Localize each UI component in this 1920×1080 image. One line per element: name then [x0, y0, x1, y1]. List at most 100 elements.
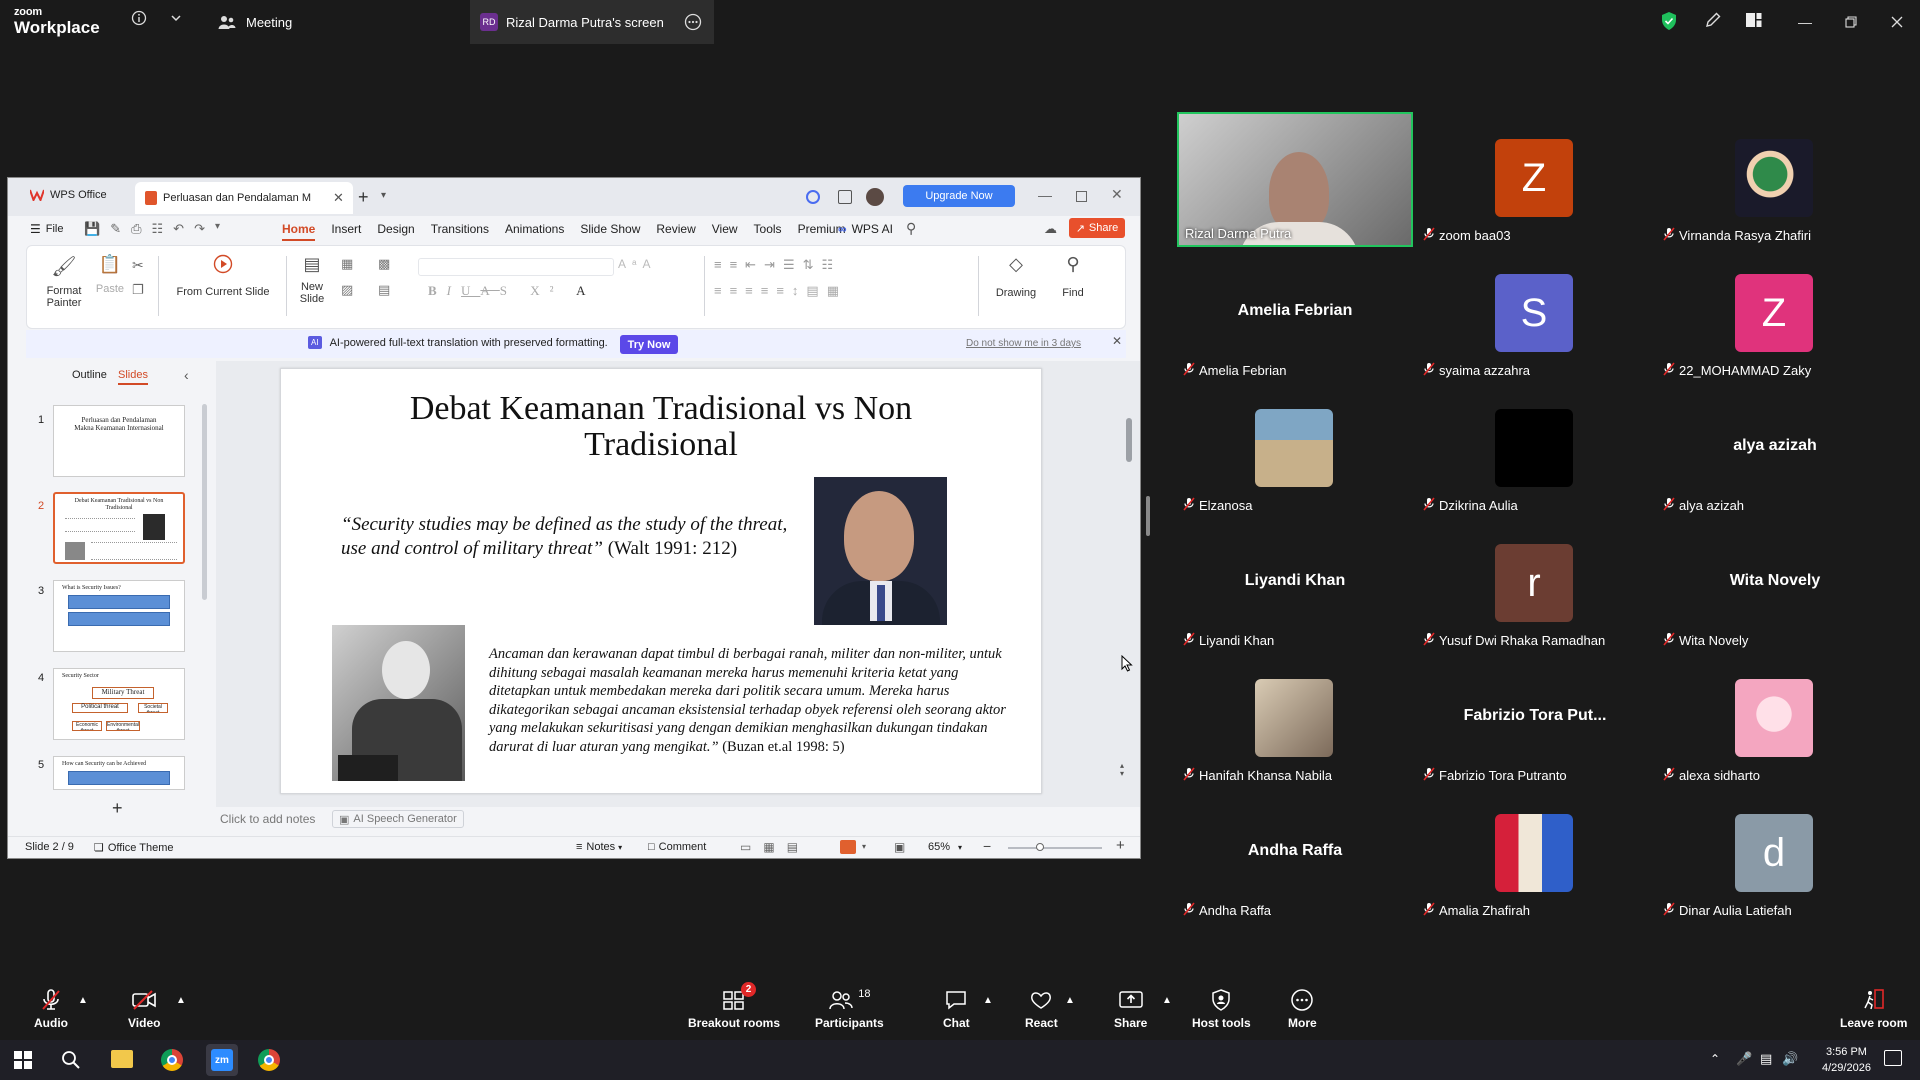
- audio-options-caret-icon[interactable]: ▲: [78, 995, 88, 1006]
- tab-view[interactable]: View: [712, 222, 738, 241]
- thumbnail-scrollbar[interactable]: [202, 404, 207, 600]
- participant-tile[interactable]: Elzanosa: [1177, 382, 1413, 517]
- react-button[interactable]: React: [1025, 988, 1058, 1030]
- windows-start-icon[interactable]: [14, 1051, 32, 1069]
- new-slide-button[interactable]: ▤ New Slide: [292, 254, 332, 305]
- wps-ai-circle-icon[interactable]: [806, 190, 820, 204]
- alignment-controls[interactable]: ≡≡≡≡≡↕▤▦: [714, 283, 847, 299]
- participant-tile[interactable]: Ssyaima azzahra: [1417, 247, 1653, 382]
- zoom-slider-handle[interactable]: [1036, 843, 1044, 851]
- tray-network-icon[interactable]: ▤: [1760, 1051, 1772, 1067]
- export-icon[interactable]: ✎: [110, 221, 121, 237]
- minimize-window-icon[interactable]: —: [1782, 0, 1828, 44]
- cloud-sync-icon[interactable]: ☁: [1044, 221, 1057, 237]
- section-icon[interactable]: ▩: [378, 256, 390, 272]
- taskbar-search-icon[interactable]: [61, 1050, 81, 1070]
- tab-list-chevron-icon[interactable]: ▾: [381, 190, 386, 201]
- tab-animations[interactable]: Animations: [505, 222, 564, 241]
- participant-tile[interactable]: Zzoom baa03: [1417, 112, 1653, 247]
- meeting-tab[interactable]: Meeting: [218, 0, 292, 44]
- audio-button[interactable]: Audio: [34, 988, 68, 1030]
- fit-window-icon[interactable]: ▣: [894, 840, 905, 854]
- wps-maximize-icon[interactable]: [1076, 191, 1087, 202]
- zoom-slider[interactable]: [1008, 847, 1102, 849]
- wps-close-icon[interactable]: ✕: [1111, 186, 1123, 203]
- quick-access-chevron-icon[interactable]: ▾: [215, 221, 220, 237]
- comment-toggle[interactable]: □ Comment: [648, 841, 706, 853]
- theme-label[interactable]: ❏ Office Theme: [94, 841, 174, 855]
- print-preview-icon[interactable]: ☷: [152, 221, 164, 237]
- participant-tile[interactable]: Z 22_MOHAMMAD Zaky: [1657, 247, 1893, 382]
- font-size-controls[interactable]: AᵃA: [618, 257, 656, 271]
- slide-thumb-3[interactable]: What is Security Issues?: [53, 580, 185, 652]
- try-now-button[interactable]: Try Now: [620, 335, 678, 354]
- document-tab[interactable]: Perluasan dan Pendalaman M ✕: [135, 182, 353, 214]
- save-icon[interactable]: 💾: [84, 221, 100, 237]
- outline-tab[interactable]: Outline: [72, 369, 107, 381]
- paragraph-controls[interactable]: ≡≡⇤⇥☰⇅☷: [714, 257, 841, 273]
- participant-tile[interactable]: Fabrizio Tora Put... Fabrizio Tora Putran…: [1417, 652, 1653, 787]
- wps-ai-tab[interactable]: ∞ WPS AI: [838, 222, 893, 236]
- banner-close-icon[interactable]: ✕: [1112, 334, 1122, 348]
- screen-share-tab[interactable]: RD Rizal Darma Putra's screen: [470, 0, 714, 44]
- wps-office-tab[interactable]: WPS Office: [30, 189, 107, 201]
- annotate-pen-icon[interactable]: [1704, 11, 1722, 29]
- collapse-panel-icon[interactable]: ‹: [184, 367, 189, 383]
- participant-tile[interactable]: Wita Novely Wita Novely: [1657, 517, 1893, 652]
- window-mode-icon[interactable]: [838, 190, 852, 204]
- reset-icon[interactable]: ▨: [341, 282, 353, 298]
- participant-tile[interactable]: Hanifah Khansa Nabila: [1177, 652, 1413, 787]
- restore-window-icon[interactable]: [1828, 0, 1874, 44]
- slide-thumb-4[interactable]: Security Sector Military Threat Politica…: [53, 668, 185, 740]
- from-current-slide-button[interactable]: From Current Slide: [168, 254, 278, 298]
- chrome-icon[interactable]: [161, 1049, 183, 1071]
- share-button[interactable]: ↗ Share: [1069, 218, 1125, 238]
- info-icon[interactable]: [131, 10, 147, 26]
- layout-icon[interactable]: [1745, 11, 1763, 29]
- slide-thumb-1[interactable]: Perluasan dan Pendalaman Makna Keamanan …: [53, 405, 185, 477]
- share-screen-button[interactable]: Share: [1114, 988, 1147, 1030]
- redo-icon[interactable]: ↷: [194, 221, 205, 237]
- slide-thumb-5[interactable]: How can Security can be Achieved: [53, 756, 185, 790]
- layout-icon[interactable]: ▦: [341, 256, 353, 272]
- shield-icon[interactable]: [1660, 11, 1678, 31]
- tab-design[interactable]: Design: [377, 222, 414, 241]
- more-button[interactable]: More: [1288, 988, 1317, 1030]
- new-tab-plus-icon[interactable]: +: [358, 187, 369, 208]
- upgrade-now-button[interactable]: Upgrade Now: [903, 185, 1015, 207]
- slide-thumb-2[interactable]: Debat Keamanan Tradisional vs Non Tradis…: [53, 492, 185, 564]
- chat-button[interactable]: Chat: [943, 988, 970, 1030]
- tab-review[interactable]: Review: [656, 222, 695, 241]
- tray-mic-icon[interactable]: 🎤: [1736, 1051, 1752, 1067]
- notes-toggle[interactable]: ≡ Notes ▾: [576, 841, 622, 853]
- taskbar-clock[interactable]: 3:56 PM 4/29/2026: [1822, 1044, 1871, 1076]
- slideshow-play-icon[interactable]: [840, 840, 856, 854]
- participant-tile[interactable]: alexa sidharto: [1657, 652, 1893, 787]
- tab-transitions[interactable]: Transitions: [431, 222, 489, 241]
- react-options-caret-icon[interactable]: ▲: [1065, 995, 1075, 1006]
- chevron-down-icon[interactable]: [170, 13, 182, 23]
- host-tools-button[interactable]: Host tools: [1192, 988, 1251, 1030]
- drawing-button[interactable]: ◇ Drawing: [988, 254, 1044, 299]
- file-menu[interactable]: ☰ File: [30, 222, 64, 236]
- more-options-icon[interactable]: [684, 13, 702, 31]
- zoom-app-taskbar-button[interactable]: zm: [206, 1044, 238, 1076]
- slides-tab[interactable]: Slides: [118, 369, 148, 385]
- tab-slide-show[interactable]: Slide Show: [580, 222, 640, 241]
- cut-icon[interactable]: ✂: [132, 257, 144, 274]
- participant-tile[interactable]: Virnanda Rasya Zhafiri: [1657, 112, 1893, 247]
- wps-minimize-icon[interactable]: —: [1038, 187, 1052, 203]
- participant-tile[interactable]: Rizal Darma Putra: [1177, 112, 1413, 247]
- copy-icon[interactable]: ❐: [132, 282, 144, 298]
- participant-tile[interactable]: Liyandi Khan Liyandi Khan: [1177, 517, 1413, 652]
- participants-button[interactable]: 18 Participants: [815, 988, 884, 1030]
- split-resize-handle[interactable]: [1146, 496, 1150, 536]
- participant-tile[interactable]: Andha Raffa Andha Raffa: [1177, 787, 1413, 922]
- dont-show-link[interactable]: Do not show me in 3 days: [966, 338, 1081, 349]
- normal-view-icon[interactable]: ▭: [740, 840, 751, 854]
- leave-room-button[interactable]: Leave room: [1840, 988, 1907, 1030]
- tab-close-icon[interactable]: ✕: [333, 190, 344, 206]
- close-window-icon[interactable]: [1874, 0, 1920, 44]
- chrome-window-icon[interactable]: [258, 1049, 280, 1071]
- notes-placeholder[interactable]: Click to add notes: [220, 812, 315, 826]
